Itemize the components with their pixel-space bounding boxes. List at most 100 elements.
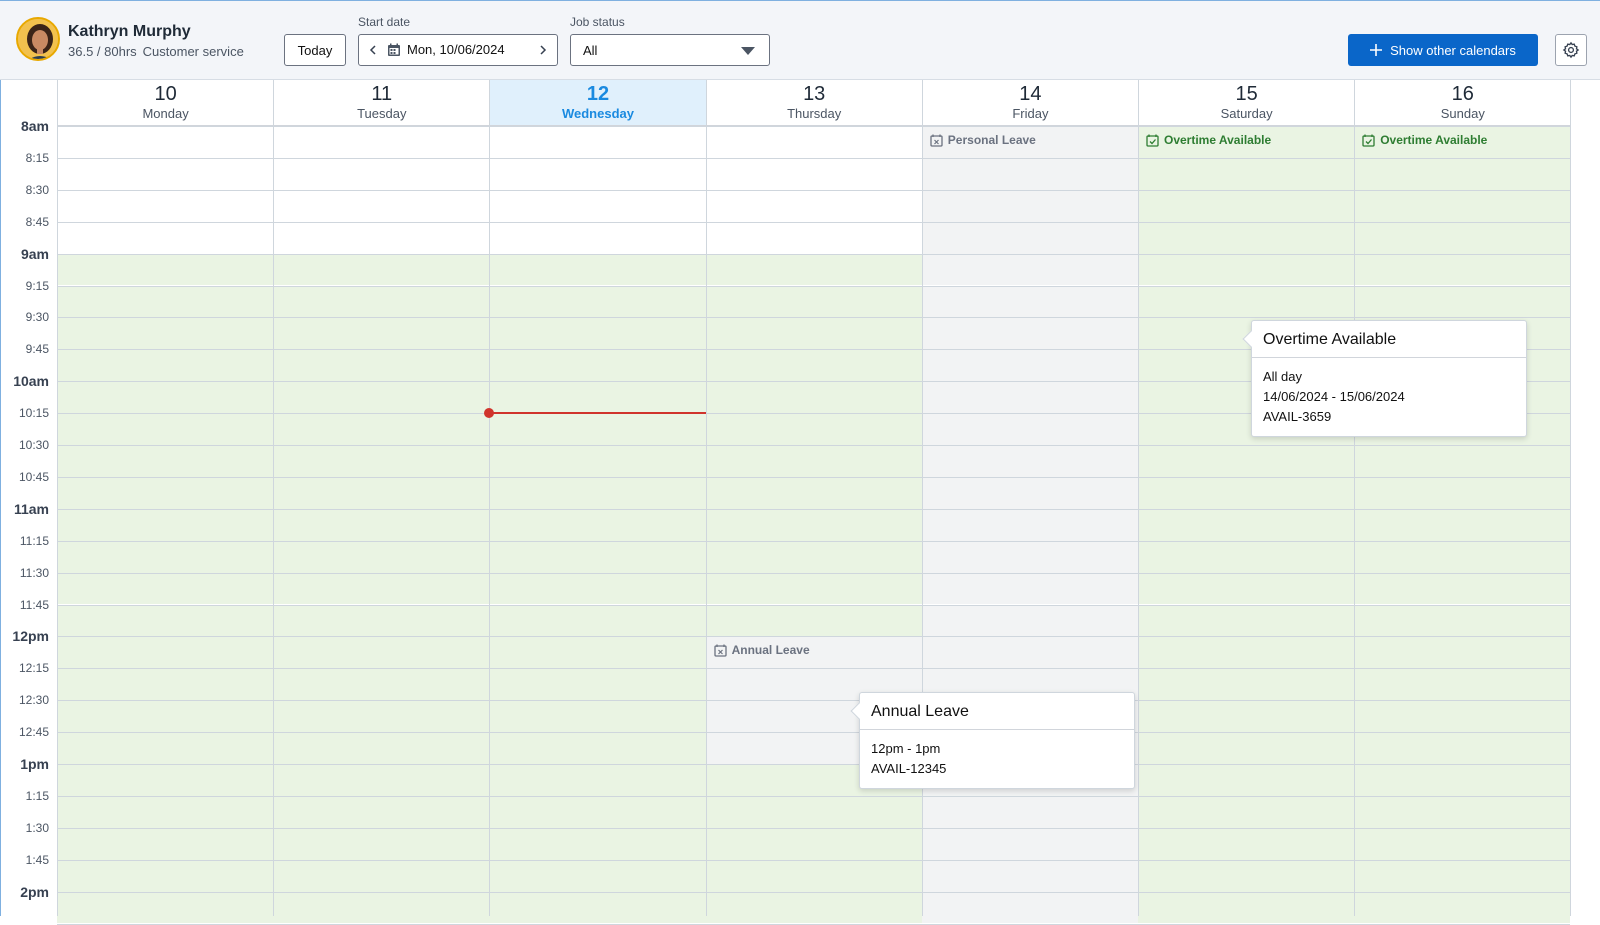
- time-slot[interactable]: [1354, 859, 1571, 892]
- time-slot[interactable]: [705, 891, 922, 924]
- time-slot[interactable]: [1138, 253, 1355, 286]
- time-slot[interactable]: [1354, 668, 1571, 701]
- time-slot[interactable]: [705, 508, 922, 541]
- time-slot[interactable]: [273, 604, 490, 637]
- time-slot[interactable]: [273, 381, 490, 414]
- time-slot[interactable]: [1138, 827, 1355, 860]
- time-slot[interactable]: [1354, 636, 1571, 669]
- time-slot[interactable]: [273, 285, 490, 318]
- time-slot[interactable]: [1138, 604, 1355, 637]
- time-slot[interactable]: [489, 349, 706, 382]
- event-annual-leave[interactable]: Annual Leave: [713, 643, 810, 657]
- time-slot[interactable]: [489, 157, 706, 190]
- time-slot[interactable]: [273, 349, 490, 382]
- chevron-right-icon[interactable]: [533, 35, 553, 65]
- time-slot[interactable]: [489, 604, 706, 637]
- time-slot[interactable]: [921, 540, 1138, 573]
- time-slot[interactable]: [921, 476, 1138, 509]
- time-slot[interactable]: [921, 859, 1138, 892]
- time-slot[interactable]: [1138, 700, 1355, 733]
- time-slot[interactable]: [489, 189, 706, 222]
- time-slot[interactable]: [705, 476, 922, 509]
- time-slot[interactable]: [273, 827, 490, 860]
- time-slot[interactable]: [57, 636, 274, 669]
- day-header-wednesday[interactable]: 12 Wednesday: [489, 80, 706, 126]
- time-slot[interactable]: [921, 317, 1138, 350]
- job-status-select[interactable]: All: [570, 34, 770, 66]
- time-slot[interactable]: [1354, 540, 1571, 573]
- time-slot[interactable]: [1138, 221, 1355, 254]
- time-slot[interactable]: [921, 221, 1138, 254]
- time-slot[interactable]: [489, 285, 706, 318]
- time-slot[interactable]: [57, 317, 274, 350]
- day-header-sunday[interactable]: 16 Sunday: [1354, 80, 1571, 126]
- time-slot[interactable]: [489, 221, 706, 254]
- time-slot[interactable]: [273, 764, 490, 796]
- time-slot[interactable]: [921, 445, 1138, 477]
- time-slot[interactable]: [1354, 157, 1571, 190]
- time-slot[interactable]: [273, 732, 490, 764]
- time-slot[interactable]: [1354, 795, 1571, 828]
- time-slot[interactable]: [921, 795, 1138, 828]
- time-slot[interactable]: [921, 285, 1138, 318]
- time-slot[interactable]: [489, 126, 706, 158]
- time-slot[interactable]: [273, 700, 490, 733]
- time-slot[interactable]: [1354, 572, 1571, 605]
- time-slot[interactable]: [921, 157, 1138, 190]
- time-slot[interactable]: [705, 317, 922, 350]
- time-slot[interactable]: [273, 445, 490, 477]
- time-slot[interactable]: [57, 445, 274, 477]
- avatar[interactable]: [16, 17, 60, 61]
- time-slot[interactable]: [705, 827, 922, 860]
- time-slot[interactable]: [921, 827, 1138, 860]
- time-slot[interactable]: [705, 572, 922, 605]
- time-slot[interactable]: [1354, 700, 1571, 733]
- time-slot[interactable]: [57, 253, 274, 286]
- time-slot[interactable]: [705, 413, 922, 445]
- time-slot[interactable]: [57, 859, 274, 892]
- time-slot[interactable]: [489, 764, 706, 796]
- time-slot[interactable]: [1354, 764, 1571, 796]
- time-slot[interactable]: [273, 126, 490, 158]
- time-slot[interactable]: [273, 157, 490, 190]
- time-slot[interactable]: [705, 157, 922, 190]
- time-slot[interactable]: [921, 891, 1138, 924]
- time-slot[interactable]: [1138, 189, 1355, 222]
- time-slot[interactable]: [1138, 540, 1355, 573]
- time-slot[interactable]: [489, 476, 706, 509]
- chevron-left-icon[interactable]: [363, 35, 383, 65]
- time-slot[interactable]: [1354, 445, 1571, 477]
- time-slot[interactable]: [273, 636, 490, 669]
- time-slot[interactable]: [1354, 253, 1571, 286]
- time-slot[interactable]: [921, 413, 1138, 445]
- time-slot[interactable]: [489, 445, 706, 477]
- time-slot[interactable]: [705, 349, 922, 382]
- time-slot[interactable]: [1138, 157, 1355, 190]
- time-slot[interactable]: [1354, 827, 1571, 860]
- time-slot[interactable]: [57, 126, 274, 158]
- time-slot[interactable]: [57, 413, 274, 445]
- day-header-friday[interactable]: 14 Friday: [921, 80, 1138, 126]
- day-header-monday[interactable]: 10 Monday: [57, 80, 274, 126]
- time-slot[interactable]: [1138, 795, 1355, 828]
- time-slot[interactable]: [273, 572, 490, 605]
- time-slot[interactable]: [1138, 764, 1355, 796]
- time-slot[interactable]: [705, 253, 922, 286]
- time-slot[interactable]: [489, 859, 706, 892]
- time-slot[interactable]: [705, 540, 922, 573]
- time-slot[interactable]: [705, 126, 922, 158]
- event-personal-leave[interactable]: Personal Leave: [930, 133, 1036, 147]
- time-slot[interactable]: [1354, 508, 1571, 541]
- time-slot[interactable]: [1138, 891, 1355, 924]
- time-slot[interactable]: [921, 381, 1138, 414]
- time-slot[interactable]: [273, 540, 490, 573]
- time-slot[interactable]: [1138, 636, 1355, 669]
- time-slot[interactable]: [57, 668, 274, 701]
- time-slot[interactable]: [1354, 732, 1571, 764]
- time-slot[interactable]: [57, 285, 274, 318]
- time-slot[interactable]: [57, 732, 274, 764]
- time-slot[interactable]: [705, 381, 922, 414]
- time-slot[interactable]: [705, 604, 922, 637]
- today-button[interactable]: Today: [284, 34, 346, 66]
- time-slot[interactable]: [705, 221, 922, 254]
